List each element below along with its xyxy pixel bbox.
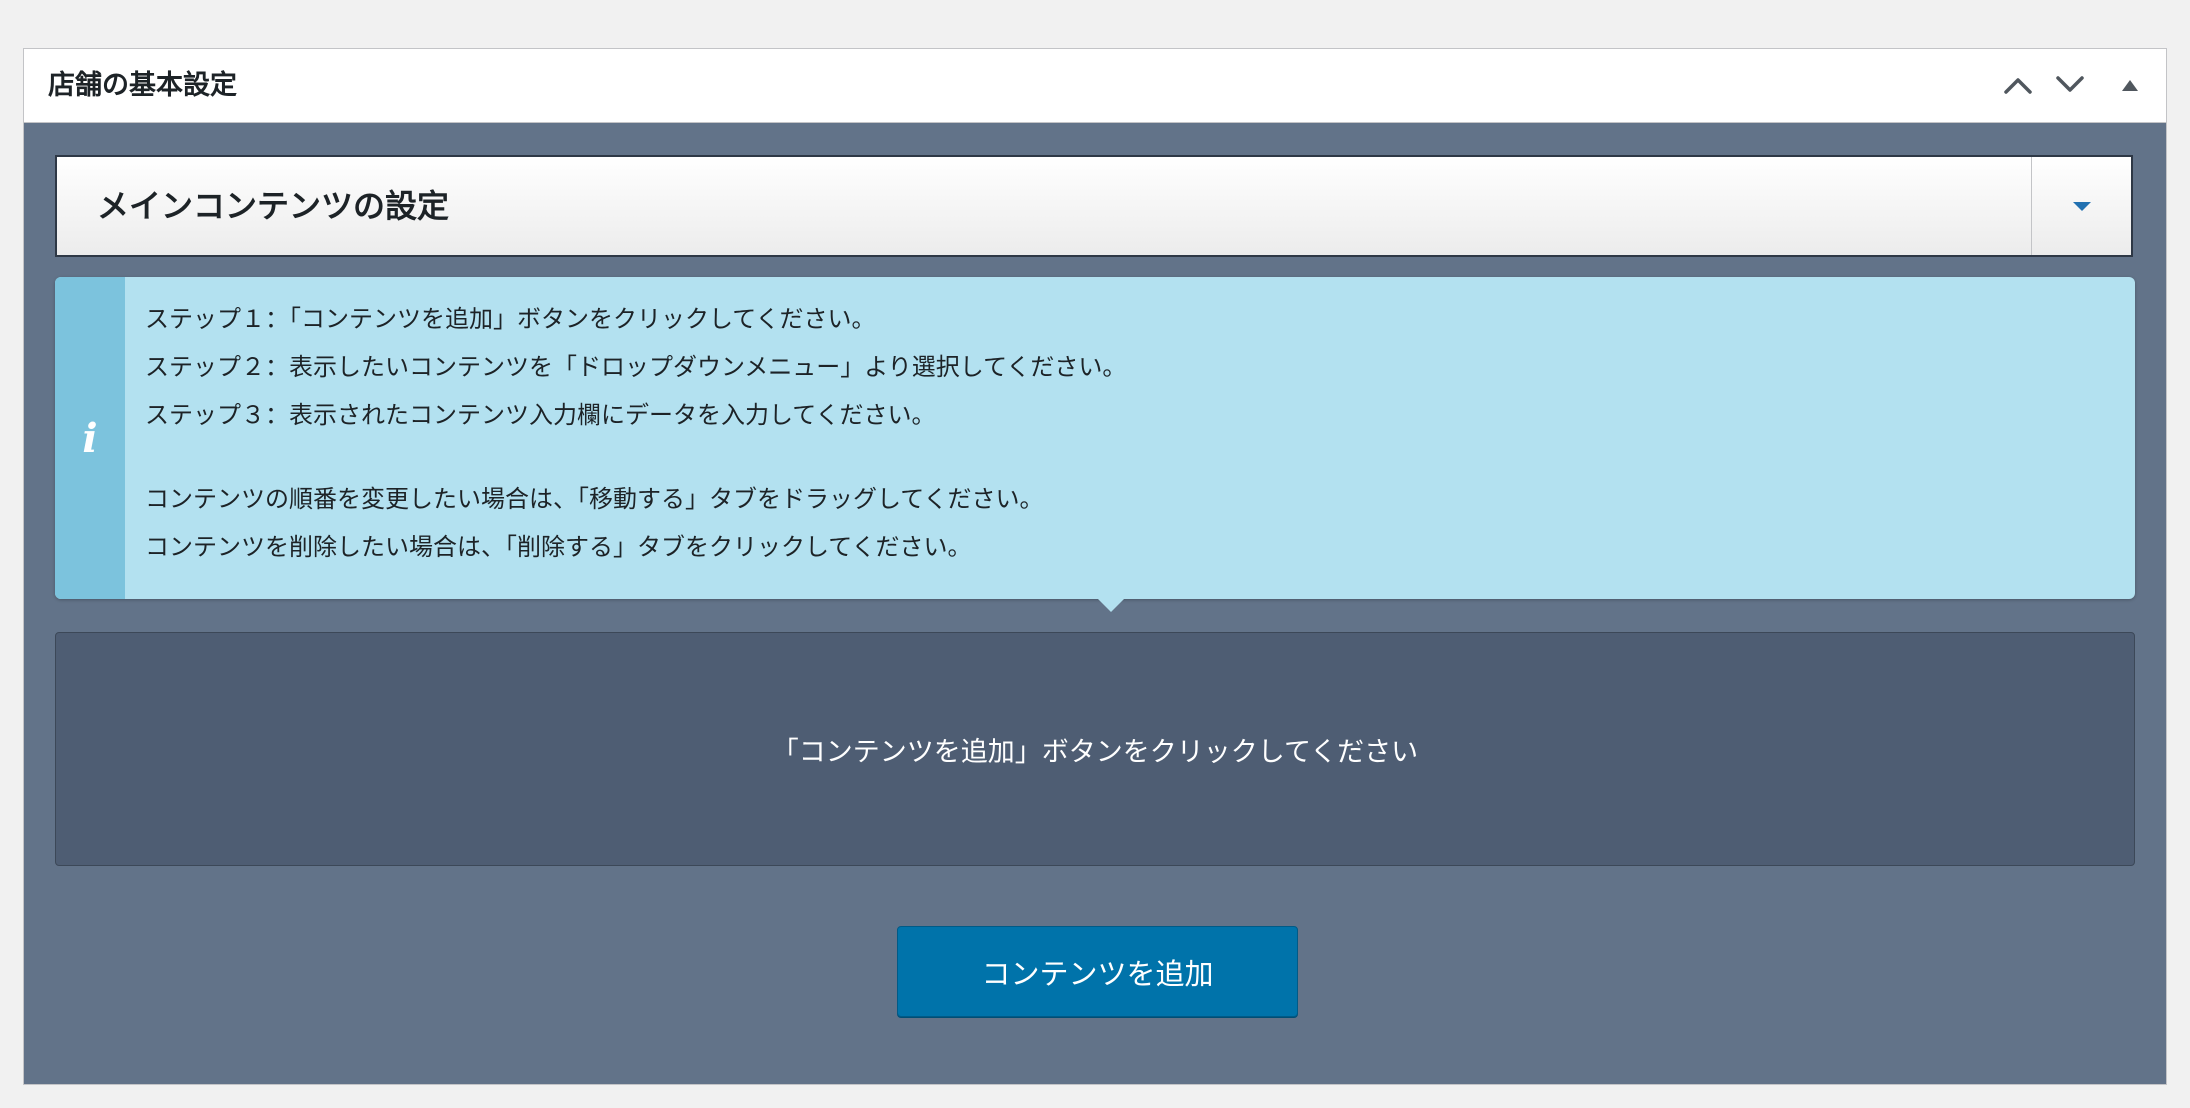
section-title: メインコンテンツの設定 (97, 187, 450, 225)
store-basic-settings-panel: 店舗の基本設定 メインコンテンツの設定 i ステップ１：「コンテンツを追加」ボタ… (23, 48, 2167, 1085)
move-up-button[interactable] (1996, 63, 2040, 107)
chevron-down-icon (2056, 76, 2084, 92)
instruction-step-3: ステップ３：表示されたコンテンツ入力欄にデータを入力してください。 (145, 401, 936, 429)
panel-toggle-button[interactable] (2108, 63, 2152, 107)
triangle-down-icon (2072, 202, 2091, 211)
panel-title: 店舗の基本設定 (48, 70, 237, 101)
triangle-up-icon (2122, 80, 2138, 91)
add-content-button[interactable]: コンテンツを追加 (897, 926, 1298, 1017)
chevron-up-icon (2004, 78, 2032, 94)
main-content-section-header[interactable]: メインコンテンツの設定 (55, 155, 2133, 257)
section-toggle-button[interactable] (2031, 157, 2131, 255)
content-list-empty-state: 「コンテンツを追加」ボタンをクリックしてください (55, 632, 2135, 866)
instruction-note-delete: コンテンツを削除したい場合は、「削除する」タブをクリックしてください。 (145, 533, 972, 561)
instruction-step-1: ステップ１：「コンテンツを追加」ボタンをクリックしてください。 (145, 305, 876, 333)
instructions-info-box: i ステップ１：「コンテンツを追加」ボタンをクリックしてください。 ステップ２：… (55, 277, 2135, 599)
instructions-text: ステップ１：「コンテンツを追加」ボタンをクリックしてください。 ステップ２：表示… (145, 295, 2115, 571)
move-down-button[interactable] (2048, 63, 2092, 107)
instruction-step-2: ステップ２：表示したいコンテンツを「ドロップダウンメニュー」より選択してください… (145, 353, 1127, 381)
info-icon-strip: i (55, 277, 125, 599)
info-pointer-arrow (1098, 599, 1124, 612)
instruction-note-reorder: コンテンツの順番を変更したい場合は、「移動する」タブをドラッグしてください。 (145, 485, 1044, 513)
empty-state-message: 「コンテンツを追加」ボタンをクリックしてください (771, 736, 1419, 768)
info-icon: i (82, 414, 98, 462)
panel-header: 店舗の基本設定 (24, 49, 2166, 123)
